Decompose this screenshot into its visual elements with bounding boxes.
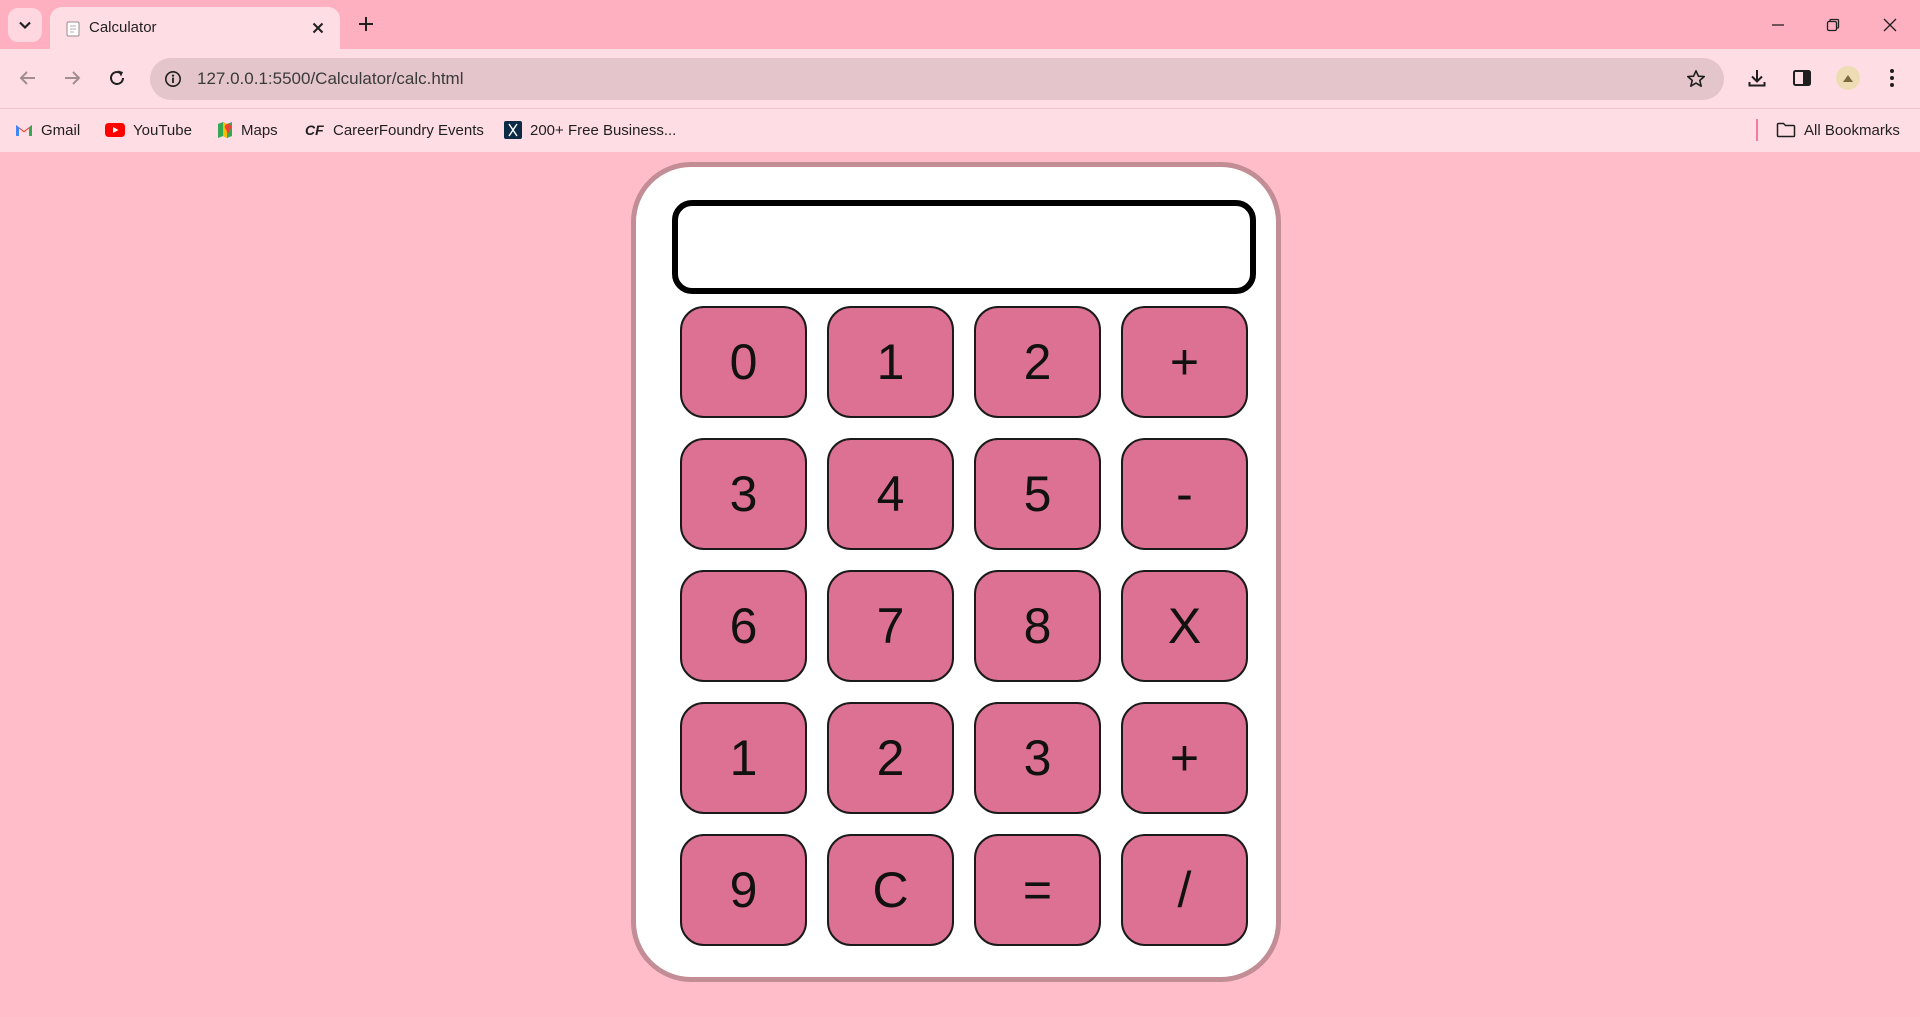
youtube-icon [105, 123, 125, 137]
bookmark-star-button[interactable] [1684, 67, 1708, 91]
tab-search-button[interactable] [8, 8, 42, 42]
key-6[interactable]: 6 [680, 570, 807, 682]
close-icon [312, 22, 324, 34]
info-icon [165, 71, 181, 87]
avatar [1836, 66, 1860, 90]
all-bookmarks-button[interactable]: All Bookmarks [1776, 119, 1900, 141]
key-0[interactable]: 0 [680, 306, 807, 418]
key-9[interactable]: 9 [680, 834, 807, 946]
bookmark-careerfoundry[interactable]: CF CareerFoundry Events [305, 119, 484, 141]
key-clear[interactable]: C [827, 834, 954, 946]
bookmarks-bar: Gmail YouTube Maps CF CareerFoundry Even… [0, 108, 1920, 152]
url-text: 127.0.0.1:5500/Calculator/calc.html [197, 69, 464, 88]
folder-icon [1776, 122, 1796, 138]
new-tab-button[interactable] [352, 10, 380, 38]
minimize-button[interactable] [1763, 10, 1793, 40]
kebab-menu-icon [1890, 69, 1894, 87]
bookmark-gmail[interactable]: Gmail [15, 119, 80, 141]
tab-close-button[interactable] [308, 18, 328, 38]
profile-button[interactable] [1833, 63, 1863, 93]
key-7[interactable]: 7 [827, 570, 954, 682]
bookmark-label: 200+ Free Business... [530, 121, 677, 139]
key-1[interactable]: 1 [827, 306, 954, 418]
arrow-left-icon [19, 71, 35, 85]
bookmarks-divider [1756, 119, 1758, 141]
bookmark-label: Gmail [41, 121, 81, 139]
reload-icon [110, 70, 124, 85]
reload-button[interactable] [102, 63, 132, 93]
chevron-down-icon [19, 21, 31, 30]
bookmark-site-icon [504, 121, 522, 139]
profile-icon [1843, 75, 1853, 82]
key-5[interactable]: 5 [974, 438, 1101, 550]
minimize-icon [1772, 24, 1784, 26]
site-info-button[interactable] [160, 66, 186, 92]
back-button[interactable] [13, 63, 43, 93]
key-minus[interactable]: - [1121, 438, 1248, 550]
bookmark-label: CareerFoundry Events [333, 121, 484, 139]
calculator-display [672, 200, 1256, 294]
key-1-second[interactable]: 1 [680, 702, 807, 814]
bookmark-free-business[interactable]: 200+ Free Business... [504, 119, 676, 141]
tab-strip: Calculator [0, 0, 1920, 49]
key-2-second[interactable]: 2 [827, 702, 954, 814]
forward-button[interactable] [57, 63, 87, 93]
side-panel-button[interactable] [1787, 63, 1817, 93]
bookmark-maps[interactable]: Maps [217, 119, 278, 141]
key-8[interactable]: 8 [974, 570, 1101, 682]
svg-text:CF: CF [305, 122, 324, 138]
key-equals[interactable]: = [974, 834, 1101, 946]
plus-icon [359, 17, 373, 31]
document-icon [66, 21, 80, 37]
address-bar[interactable]: 127.0.0.1:5500/Calculator/calc.html [150, 58, 1724, 100]
all-bookmarks-label: All Bookmarks [1804, 121, 1900, 139]
side-panel-icon [1793, 70, 1811, 86]
tab-title: Calculator [89, 19, 157, 36]
bookmark-youtube[interactable]: YouTube [105, 119, 192, 141]
downloads-button[interactable] [1742, 63, 1772, 93]
key-3-second[interactable]: 3 [974, 702, 1101, 814]
arrow-right-icon [65, 71, 81, 85]
key-plus-second[interactable]: + [1121, 702, 1248, 814]
key-3[interactable]: 3 [680, 438, 807, 550]
keypad: 0 1 2 + 3 4 5 - 6 7 8 X 1 2 3 + 9 C = / [680, 306, 1248, 946]
maps-icon [218, 122, 232, 138]
active-tab[interactable]: Calculator [50, 7, 340, 49]
key-2[interactable]: 2 [974, 306, 1101, 418]
bookmark-label: Maps [241, 121, 278, 139]
star-icon [1687, 70, 1705, 87]
key-4[interactable]: 4 [827, 438, 954, 550]
key-divide[interactable]: / [1121, 834, 1248, 946]
key-multiply[interactable]: X [1121, 570, 1248, 682]
restore-button[interactable] [1818, 10, 1848, 40]
download-icon [1748, 70, 1766, 87]
menu-button[interactable] [1877, 63, 1907, 93]
calculator-body: 0 1 2 + 3 4 5 - 6 7 8 X 1 2 3 + 9 C = / [631, 162, 1281, 982]
close-icon [1883, 18, 1897, 32]
key-plus[interactable]: + [1121, 306, 1248, 418]
restore-icon [1826, 18, 1840, 32]
gmail-icon [16, 125, 32, 136]
bookmark-label: YouTube [133, 121, 192, 139]
browser-toolbar: 127.0.0.1:5500/Calculator/calc.html [0, 49, 1920, 108]
close-window-button[interactable] [1875, 10, 1905, 40]
careerfoundry-icon: CF [305, 122, 324, 138]
